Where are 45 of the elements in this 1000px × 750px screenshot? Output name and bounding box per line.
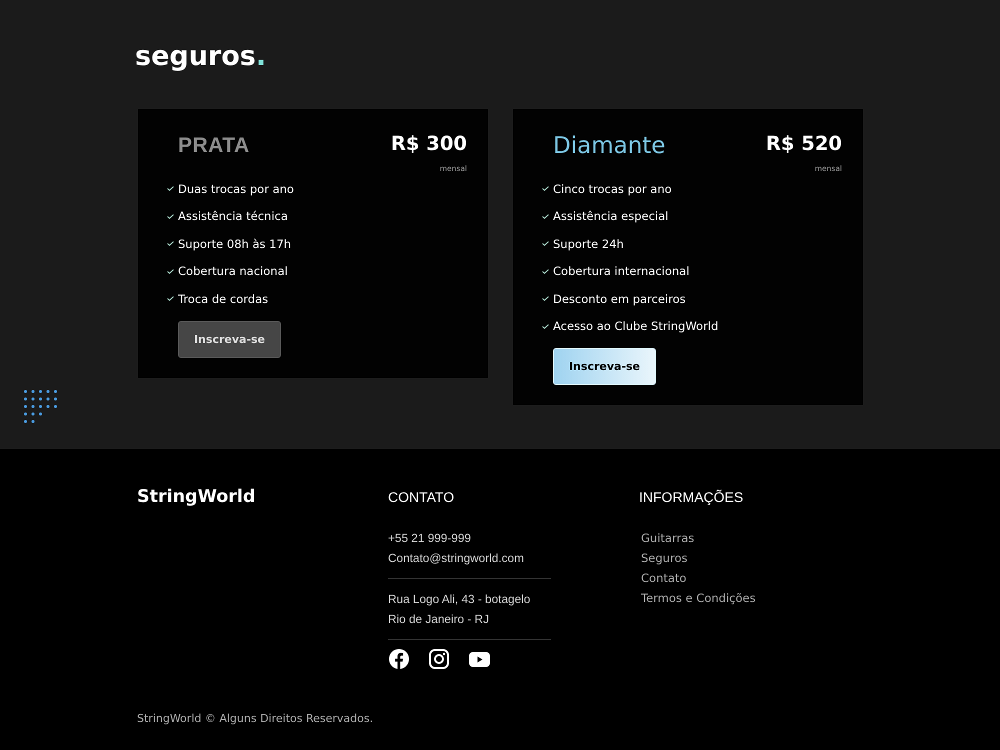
- feature-text: Suporte 08h às 17h: [178, 236, 292, 252]
- feature-text: Desconto em parceiros: [553, 290, 686, 307]
- facebook-icon[interactable]: [389, 649, 409, 669]
- section-title: seguros.: [135, 41, 266, 73]
- subscribe-button[interactable]: Inscreva-se: [178, 320, 281, 358]
- contact-text: Contato@stringworld.com: [388, 550, 524, 567]
- feature-text: Duas trocas por ano: [178, 180, 294, 197]
- footer-link[interactable]: Contato: [641, 568, 686, 588]
- youtube-icon[interactable]: [469, 652, 490, 666]
- check-icon: [167, 186, 174, 192]
- footer-link[interactable]: Termos e Condições: [641, 588, 756, 608]
- check-icon: [167, 296, 174, 302]
- feature-text: Assistência técnica: [178, 208, 288, 224]
- check-icon: [542, 296, 549, 302]
- check-icon: [167, 214, 174, 219]
- brand-name: StringWorld: [137, 486, 256, 508]
- column-heading: CONTATO: [388, 488, 454, 507]
- feature-text: Acesso ao Clube StringWorld: [553, 318, 718, 334]
- check-icon: [167, 241, 174, 246]
- feature-text: Cobertura internacional: [553, 263, 690, 280]
- feature-text: Assistência especial: [553, 208, 668, 224]
- check-icon: [542, 324, 549, 329]
- contact-text: Rua Logo Ali, 43 - botagelo: [388, 591, 530, 608]
- check-icon: [542, 268, 549, 274]
- check-icon: [542, 241, 549, 246]
- plan-title: Diamante: [553, 133, 666, 159]
- plan-price: R$ 300: [390, 132, 467, 156]
- contact-text: Rio de Janeiro - RJ: [388, 611, 489, 628]
- plan-title: PRATA: [178, 133, 250, 159]
- instagram-icon[interactable]: [429, 649, 449, 669]
- dot-pattern-drawing: [24, 390, 57, 423]
- check-icon: [542, 214, 549, 219]
- contact-text: +55 21 999-999: [388, 530, 471, 547]
- feature-text: Suporte 24h: [553, 236, 624, 252]
- plan-price: R$ 520: [766, 132, 842, 156]
- footer-link[interactable]: Guitarras: [641, 528, 694, 548]
- column-heading: INFORMAÇÕES: [639, 488, 744, 507]
- subscribe-button[interactable]: Inscreva-se: [553, 348, 656, 385]
- check-icon: [167, 268, 174, 274]
- copyright-text: StringWorld © Alguns Direitos Reservados.: [137, 711, 374, 727]
- check-icon: [542, 186, 549, 192]
- feature-text: Cobertura nacional: [178, 263, 288, 280]
- feature-text: Cinco trocas por ano: [553, 180, 672, 197]
- feature-text: Troca de cordas: [178, 290, 268, 307]
- footer-link[interactable]: Seguros: [641, 548, 688, 568]
